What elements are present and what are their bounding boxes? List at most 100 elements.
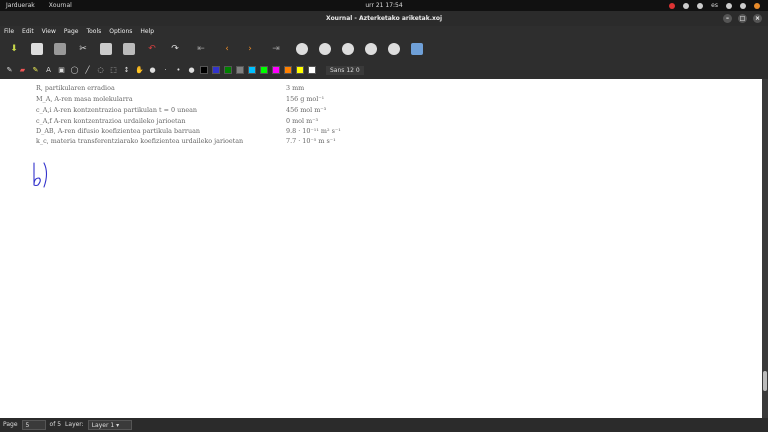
redo-icon[interactable]: ↷ [169, 43, 181, 55]
window-title-bar: Xournal - Azterketako ariketak.xoj – □ × [0, 11, 768, 26]
document-canvas[interactable]: R, partikularen erradioa 3 mm M_A, A-ren… [0, 79, 768, 418]
row-value: 3 mm [286, 84, 305, 92]
menu-options[interactable]: Options [109, 26, 132, 37]
page[interactable]: R, partikularen erradioa 3 mm M_A, A-ren… [0, 79, 762, 418]
volume-icon[interactable] [740, 2, 746, 9]
previous-page-icon[interactable]: ‹ [221, 43, 233, 55]
color-swatch[interactable] [284, 66, 292, 74]
color-swatch[interactable] [260, 66, 268, 74]
close-icon[interactable]: × [753, 14, 762, 23]
vertical-space-icon[interactable]: ↕ [122, 66, 131, 75]
maximize-icon[interactable]: □ [738, 14, 747, 23]
row-value: 456 mol m⁻³ [286, 106, 327, 114]
menu-tools[interactable]: Tools [86, 26, 101, 37]
vertical-scrollbar[interactable] [762, 79, 768, 418]
status-bar: Page 5 of 5 Layer: Layer 1 ▾ [0, 418, 768, 432]
open-icon[interactable] [54, 43, 66, 55]
cut-icon[interactable]: ✂ [77, 43, 89, 55]
clock[interactable]: urr 21 17:54 [0, 0, 768, 11]
chevron-down-icon: ▾ [116, 422, 120, 429]
table-row: M_A, A-ren masa molekularra 156 g mol⁻¹ [36, 95, 324, 103]
menu-file[interactable]: File [4, 26, 14, 37]
page-number-input[interactable]: 5 [21, 420, 46, 430]
table-row: c_A,f A-ren kontzentrazioa urdaileko jar… [36, 117, 318, 125]
menu-bar: File Edit View Page Tools Options Help [0, 26, 768, 37]
color-swatch[interactable] [248, 66, 256, 74]
image-tool-icon[interactable]: ▣ [57, 66, 66, 75]
color-swatch[interactable] [224, 66, 232, 74]
table-row: D_AB, A-ren difusio koefizientea partiku… [36, 127, 341, 135]
table-row: R, partikularen erradioa 3 mm [36, 84, 304, 92]
ruler-icon[interactable]: ╱ [83, 66, 92, 75]
window-title: Xournal - Azterketako ariketak.xoj [325, 15, 443, 22]
eraser-icon[interactable]: ▰ [18, 66, 27, 75]
next-page-icon[interactable]: › [244, 43, 256, 55]
row-value: 0 mol m⁻³ [286, 117, 319, 125]
battery-icon[interactable] [754, 2, 760, 9]
text-tool-icon[interactable]: A [44, 66, 53, 75]
zoom-out-icon[interactable] [296, 43, 308, 55]
row-label: D_AB, A-ren difusio koefizientea partiku… [36, 127, 201, 135]
row-label: k_c, materia transferentziarako koefizie… [36, 137, 244, 145]
menu-page[interactable]: Page [64, 26, 79, 37]
clipboard-icon[interactable] [697, 2, 704, 9]
color-swatch[interactable] [272, 66, 280, 74]
layer-value: Layer 1 [91, 422, 115, 429]
default-tool-icon[interactable]: ● [148, 66, 157, 75]
layer-label: Layer: [65, 421, 84, 428]
language-indicator[interactable]: es [711, 0, 718, 11]
color-swatch[interactable] [212, 66, 220, 74]
zoom-set-icon[interactable] [388, 43, 400, 55]
thickness-thick-icon[interactable]: ● [187, 66, 196, 75]
undo-icon[interactable]: ↶ [146, 43, 158, 55]
color-swatch[interactable] [296, 66, 304, 74]
fullscreen-icon[interactable] [411, 43, 423, 55]
row-label: c_A,i A-ren kontzentrazioa partikulan t … [36, 106, 198, 114]
table-row: k_c, materia transferentziarako koefizie… [36, 137, 336, 145]
zoom-100-icon[interactable] [365, 43, 377, 55]
row-value: 9.8 · 10⁻¹¹ m² s⁻¹ [286, 127, 341, 135]
shape-recognizer-icon[interactable]: ◯ [70, 66, 79, 75]
menu-help[interactable]: Help [140, 26, 154, 37]
layer-select[interactable]: Layer 1 ▾ [87, 420, 132, 430]
minimize-icon[interactable]: – [723, 14, 732, 23]
hand-tool-icon[interactable]: ✋ [135, 66, 144, 75]
last-page-icon[interactable]: ⇥ [267, 43, 285, 55]
record-icon[interactable] [669, 2, 676, 9]
save-icon[interactable]: ⬇ [8, 43, 20, 55]
font-size-value: 0 [355, 66, 360, 74]
select-rectangle-icon[interactable]: ⬚ [109, 66, 118, 75]
copy-icon[interactable] [100, 43, 112, 55]
row-value: 156 g mol⁻¹ [286, 95, 325, 103]
select-region-icon[interactable]: ◌ [96, 66, 105, 75]
new-icon[interactable] [31, 43, 43, 55]
color-swatch[interactable] [308, 66, 316, 74]
handwritten-annotation [33, 162, 48, 188]
font-selector[interactable]: Sans 12 0 [326, 65, 364, 75]
color-swatch[interactable] [200, 66, 208, 74]
tools-toolbar: ✎ ▰ ✎ A ▣ ◯ ╱ ◌ ⬚ ↕ ✋ ● · • ● Sans 12 0 [0, 61, 768, 79]
page-count: of 5 [49, 421, 62, 428]
zoom-in-icon[interactable] [342, 43, 354, 55]
paste-icon[interactable] [123, 43, 135, 55]
first-page-icon[interactable]: ⇤ [192, 43, 210, 55]
color-swatch[interactable] [236, 66, 244, 74]
menu-view[interactable]: View [42, 26, 56, 37]
highlighter-icon[interactable]: ✎ [31, 66, 40, 75]
main-toolbar: ⬇ ✂ ↶ ↷ ⇤ ‹ › ⇥ [0, 37, 768, 61]
page-label: Page [3, 421, 18, 428]
font-name: Sans 12 [330, 66, 354, 74]
row-label: R, partikularen erradioa [36, 84, 115, 92]
table-row: c_A,i A-ren kontzentrazioa partikulan t … [36, 106, 326, 114]
menu-edit[interactable]: Edit [22, 26, 34, 37]
row-label: c_A,f A-ren kontzentrazioa urdaileko jar… [36, 117, 186, 125]
row-value: 7.7 · 10⁻⁵ m s⁻¹ [286, 137, 336, 145]
wifi-icon[interactable] [726, 2, 732, 9]
thickness-fine-icon[interactable]: · [161, 66, 170, 75]
thickness-medium-icon[interactable]: • [174, 66, 183, 75]
accessibility-icon[interactable] [683, 2, 690, 9]
row-label: M_A, A-ren masa molekularra [36, 95, 133, 103]
zoom-fit-icon[interactable] [319, 43, 331, 55]
scrollbar-thumb[interactable] [763, 371, 767, 391]
pen-icon[interactable]: ✎ [5, 66, 14, 75]
